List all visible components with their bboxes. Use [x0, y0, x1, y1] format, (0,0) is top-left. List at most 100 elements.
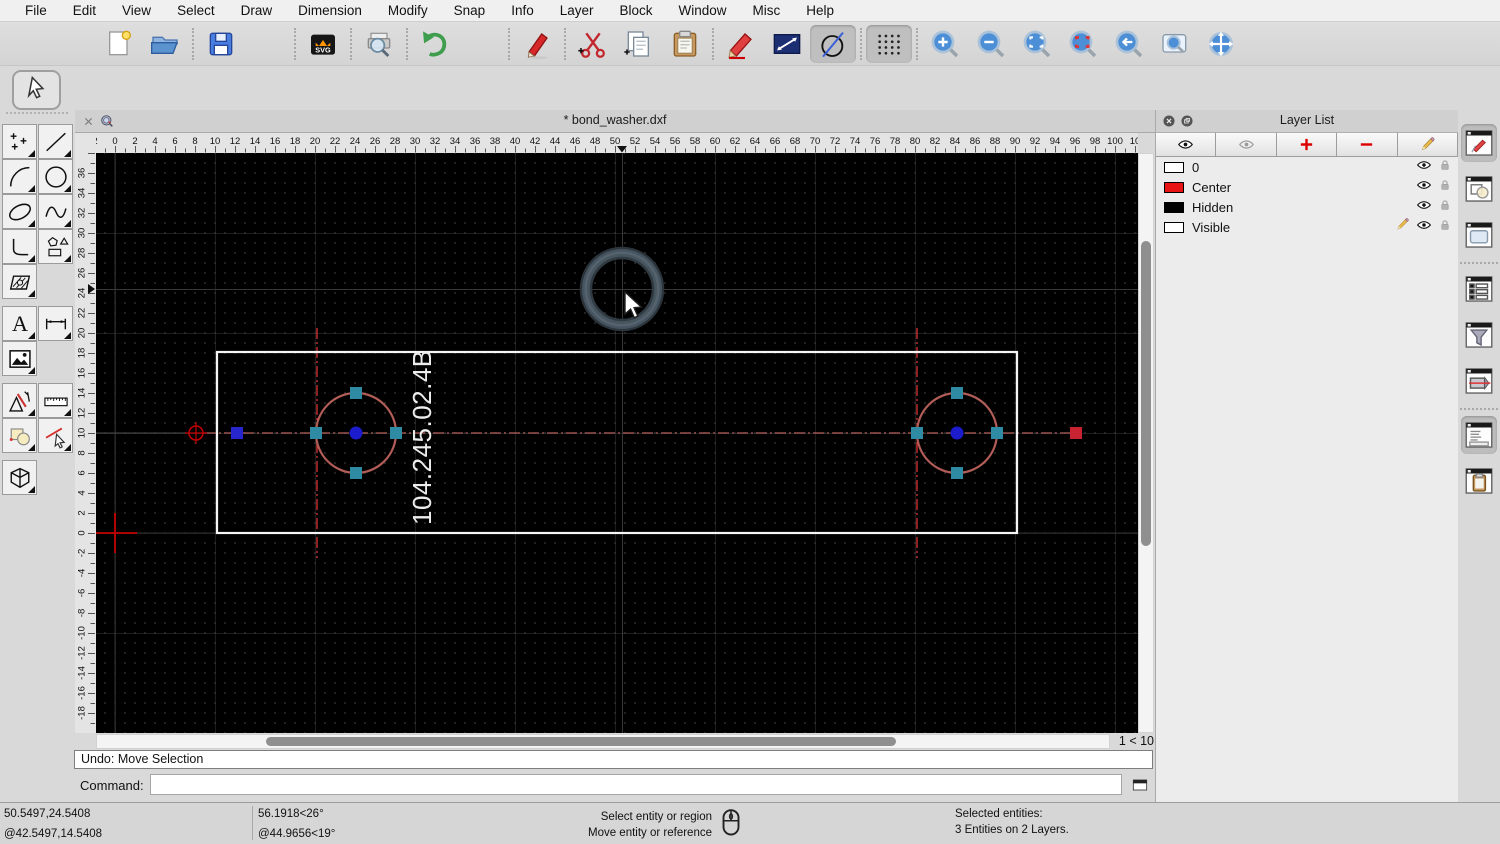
drawing-canvas[interactable]: 104.245.02.4B	[95, 153, 1138, 733]
menu-select[interactable]: Select	[164, 0, 228, 22]
tool-image-button[interactable]	[2, 341, 37, 376]
menu-window[interactable]: Window	[666, 0, 740, 22]
toolbar-separator	[916, 27, 918, 60]
tool-points-button[interactable]	[2, 124, 37, 159]
export-svg-button[interactable]: SVG	[300, 25, 346, 63]
command-detach-button[interactable]	[1129, 774, 1151, 796]
open-button[interactable]	[142, 25, 188, 63]
zoom-auto-button[interactable]	[1014, 25, 1060, 63]
tool-circle-button[interactable]	[38, 159, 73, 194]
dock-pen-palette-button[interactable]	[1461, 362, 1497, 400]
layer-visibility-icon[interactable]	[1416, 197, 1432, 218]
svg-text:44: 44	[550, 136, 561, 147]
dock-command-line-button[interactable]	[1461, 416, 1497, 454]
drawing-svg: 104.245.02.4B	[95, 153, 1138, 733]
svg-text:A: A	[11, 311, 27, 336]
zoom-pan-button[interactable]	[1198, 25, 1244, 63]
tool-select-entity-button[interactable]	[38, 418, 73, 453]
tool-arc-button[interactable]	[2, 159, 37, 194]
select-tool-button[interactable]	[12, 70, 61, 110]
tool-measure-button[interactable]	[38, 383, 73, 418]
svg-text:14: 14	[77, 388, 88, 399]
drawing-tab-bar: * bond_washer.dxf	[75, 110, 1155, 133]
dock-layer-list-button[interactable]	[1461, 270, 1497, 308]
menu-misc[interactable]: Misc	[740, 0, 794, 22]
menu-dimension[interactable]: Dimension	[285, 0, 375, 22]
tool-solid-3d-button[interactable]	[2, 460, 37, 495]
tool-polygon-button[interactable]	[38, 229, 73, 264]
tool-draft-button[interactable]	[2, 383, 37, 418]
layer-lock-icon[interactable]	[1438, 178, 1452, 197]
menu-help[interactable]: Help	[793, 0, 847, 22]
layer-visibility-icon[interactable]	[1416, 157, 1432, 178]
tool-polyline-button[interactable]	[2, 229, 37, 264]
redo-button[interactable]	[458, 25, 504, 63]
paste-button[interactable]	[662, 25, 708, 63]
dock-block-list-button[interactable]	[1461, 170, 1497, 208]
layer-edit-button[interactable]	[1398, 133, 1459, 156]
menu-modify[interactable]: Modify	[375, 0, 441, 22]
zoom-window-button[interactable]	[1152, 25, 1198, 63]
vertical-scrollbar-thumb[interactable]	[1141, 241, 1151, 546]
undo-history[interactable]: Undo: Move Selection	[74, 750, 1153, 769]
layer-remove-button[interactable]	[1337, 133, 1398, 156]
tool-text-button[interactable]: A	[2, 306, 37, 341]
print-preview-button[interactable]	[356, 25, 402, 63]
grid-toggle-button[interactable]	[866, 24, 912, 63]
tool-block-button[interactable]	[2, 418, 37, 453]
undo-button[interactable]	[412, 25, 458, 63]
layer-hide-all-button[interactable]	[1216, 133, 1277, 156]
tool-hatch-button[interactable]	[2, 264, 37, 299]
layer-add-button[interactable]	[1277, 133, 1338, 156]
layer-show-all-button[interactable]	[1156, 133, 1217, 156]
menu-draw[interactable]: Draw	[228, 0, 286, 22]
layer-lock-icon[interactable]	[1438, 218, 1452, 237]
tool-ellipse-button[interactable]	[2, 194, 37, 229]
layer-lock-icon[interactable]	[1438, 158, 1452, 177]
layer-row-hidden[interactable]: Hidden	[1156, 197, 1458, 217]
menu-edit[interactable]: Edit	[60, 0, 109, 22]
delete-button[interactable]	[514, 25, 560, 63]
layer-visibility-icon[interactable]	[1416, 217, 1432, 238]
tool-spline-button[interactable]	[38, 194, 73, 229]
horizontal-scrollbar-thumb[interactable]	[266, 737, 896, 746]
layer-name: Visible	[1192, 219, 1231, 235]
dock-pen-wizard-button[interactable]	[1461, 124, 1497, 162]
dock-toolbar	[1458, 66, 1500, 802]
layer-visibility-icon[interactable]	[1416, 177, 1432, 198]
svg-text:28: 28	[77, 248, 88, 259]
zoom-out-button[interactable]	[968, 25, 1014, 63]
command-input[interactable]	[150, 774, 1122, 795]
tool-dimension-button[interactable]	[38, 306, 73, 341]
svg-text:24: 24	[77, 288, 88, 299]
layer-lock-icon[interactable]	[1438, 198, 1452, 217]
layer-row-visible[interactable]: Visible	[1156, 217, 1458, 237]
svg-text:22: 22	[77, 308, 88, 319]
zoom-select-button[interactable]	[1060, 25, 1106, 63]
save-button[interactable]	[198, 25, 244, 63]
horizontal-scrollbar[interactable]	[96, 734, 1110, 749]
zoom-previous-button[interactable]	[1106, 25, 1152, 63]
measure-distance-button[interactable]	[764, 25, 810, 63]
menu-info[interactable]: Info	[498, 0, 547, 22]
save-as-button[interactable]	[244, 25, 290, 63]
new-button[interactable]	[96, 25, 142, 63]
pen-edit-button[interactable]	[718, 25, 764, 63]
dock-library-browser-button[interactable]	[1461, 216, 1497, 254]
tool-line-button[interactable]	[38, 124, 73, 159]
svg-text:32: 32	[77, 208, 88, 219]
layer-row-0[interactable]: 0	[1156, 157, 1458, 177]
dock-layer-filter-button[interactable]	[1461, 316, 1497, 354]
draft-mode-button[interactable]	[810, 24, 856, 63]
menu-snap[interactable]: Snap	[441, 0, 499, 22]
layer-row-center[interactable]: Center	[1156, 177, 1458, 197]
menu-block[interactable]: Block	[607, 0, 666, 22]
zoom-in-button[interactable]	[922, 25, 968, 63]
menu-view[interactable]: View	[109, 0, 164, 22]
dock-clipboard-panel-button[interactable]	[1461, 462, 1497, 500]
copy-button[interactable]	[616, 25, 662, 63]
cut-button[interactable]	[570, 25, 616, 63]
menu-layer[interactable]: Layer	[547, 0, 607, 22]
menu-file[interactable]: File	[12, 0, 60, 22]
vertical-scrollbar[interactable]	[1138, 153, 1154, 733]
